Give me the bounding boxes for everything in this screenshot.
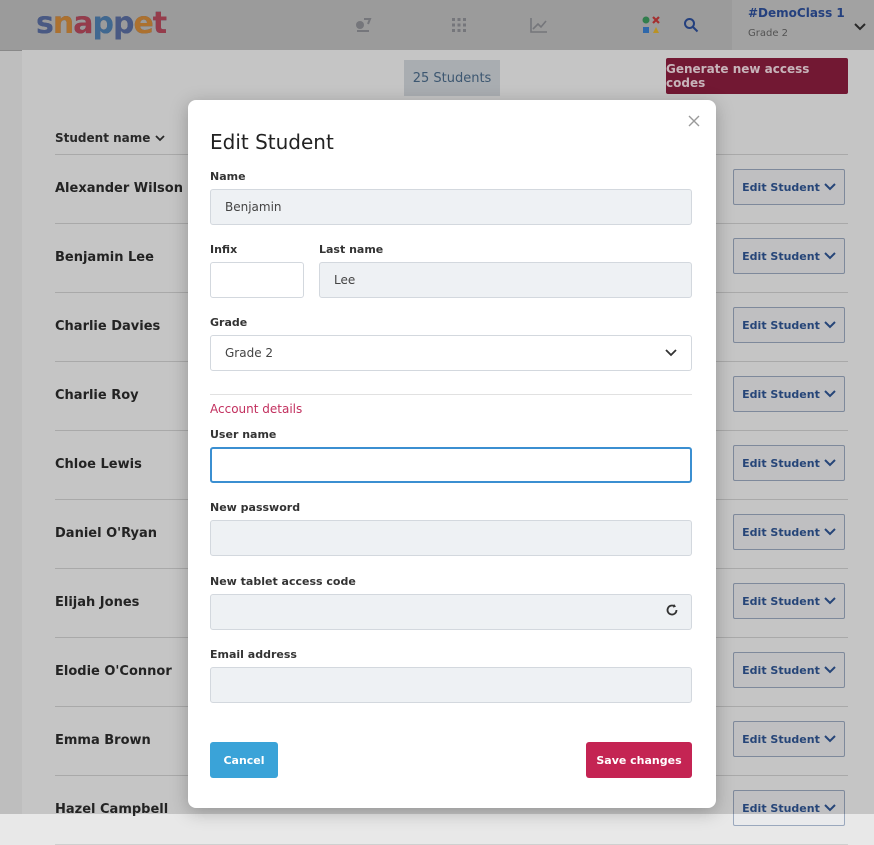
name-label: Name (210, 170, 246, 183)
email-input[interactable] (210, 667, 692, 703)
first-name-input[interactable]: Benjamin (210, 189, 692, 225)
last-name-input[interactable]: Lee (319, 262, 692, 298)
save-changes-button[interactable]: Save changes (586, 742, 692, 778)
access-code-input[interactable] (210, 594, 692, 630)
grade-select-value: Grade 2 (225, 346, 274, 360)
new-password-input[interactable] (210, 520, 692, 556)
edit-student-modal: Edit Student Name Benjamin Infix Last na… (188, 100, 716, 808)
email-label: Email address (210, 648, 297, 661)
access-code-label: New tablet access code (210, 575, 356, 588)
chevron-down-icon (665, 346, 677, 360)
modal-title: Edit Student (210, 130, 334, 154)
last-name-label: Last name (319, 243, 384, 256)
grade-select[interactable]: Grade 2 (210, 335, 692, 371)
grade-label: Grade (210, 316, 248, 329)
password-label: New password (210, 501, 301, 514)
refresh-icon[interactable] (665, 603, 679, 621)
close-icon[interactable] (688, 112, 700, 131)
cancel-button[interactable]: Cancel (210, 742, 278, 778)
username-input[interactable] (210, 447, 692, 483)
infix-input[interactable] (210, 262, 304, 298)
username-label: User name (210, 428, 277, 441)
account-details-heading: Account details (210, 402, 303, 416)
section-divider (210, 394, 692, 395)
infix-label: Infix (210, 243, 238, 256)
